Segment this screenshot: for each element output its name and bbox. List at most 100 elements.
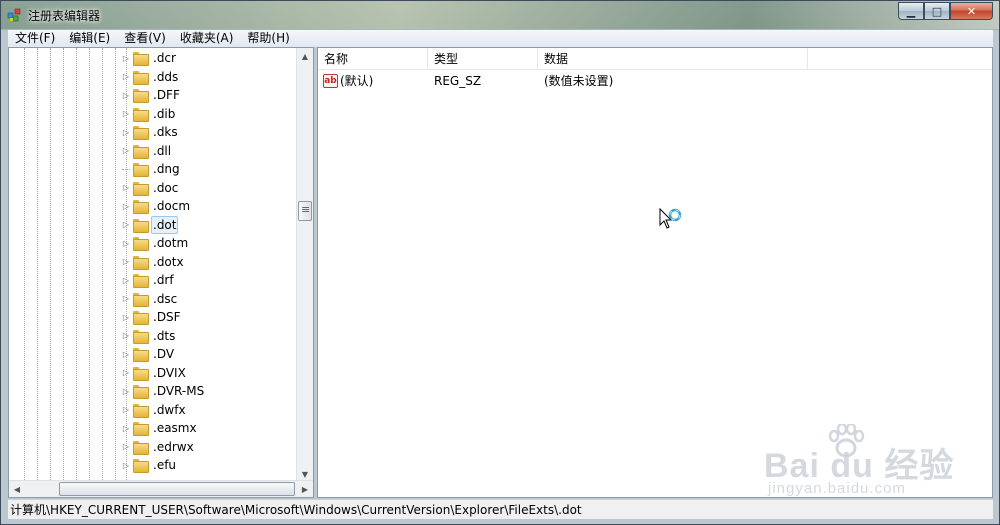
- tree-item[interactable]: ▷ .dsc: [121, 290, 206, 309]
- registry-tree-pane[interactable]: ▷ .dcr ▷ .dds ▷ .DFF ▷ .dib ▷ .dks ▷ .dll .dng ▷ .doc ▷…: [8, 47, 314, 498]
- expand-arrow-icon[interactable]: ▷: [121, 423, 131, 433]
- expand-arrow-icon[interactable]: ▷: [121, 294, 131, 304]
- folder-icon: [133, 440, 149, 455]
- tree-connector: [121, 164, 131, 174]
- registry-values-pane[interactable]: 名称 类型 数据 ab (默认) REG_SZ (数值未设置): [317, 47, 993, 498]
- scroll-up-arrow-icon[interactable]: ▲: [297, 48, 313, 64]
- tree-item[interactable]: ▷ .dts: [121, 327, 206, 346]
- menu-edit[interactable]: 编辑(E): [62, 30, 117, 47]
- minimize-button[interactable]: ▁: [898, 2, 924, 20]
- tree-item-label: .dng: [153, 162, 180, 177]
- expand-arrow-icon[interactable]: ▷: [121, 442, 131, 452]
- tree-item[interactable]: ▷ .dll: [121, 142, 206, 161]
- tree-item[interactable]: ▷ .dotx: [121, 253, 206, 272]
- scroll-right-arrow-icon[interactable]: ▶: [297, 481, 313, 497]
- folder-icon: [133, 200, 149, 215]
- folder-icon: [133, 89, 149, 104]
- expand-arrow-icon[interactable]: ▷: [121, 183, 131, 193]
- window-title: 注册表编辑器: [28, 9, 101, 23]
- tree-item[interactable]: ▷ .dwfx: [121, 401, 206, 420]
- tree-horizontal-scrollbar[interactable]: ◀ ▶: [9, 480, 313, 497]
- expand-arrow-icon[interactable]: ▷: [121, 72, 131, 82]
- tree-item-label: .dks: [153, 125, 178, 140]
- menu-favorites[interactable]: 收藏夹(A): [173, 30, 241, 47]
- expand-arrow-icon[interactable]: ▷: [121, 349, 131, 359]
- menu-view[interactable]: 查看(V): [117, 30, 173, 47]
- expand-arrow-icon[interactable]: ▷: [121, 109, 131, 119]
- folder-icon: [133, 274, 149, 289]
- tree-item[interactable]: ▷ .easmx: [121, 419, 206, 438]
- status-path: 计算机\HKEY_CURRENT_USER\Software\Microsoft…: [10, 503, 582, 517]
- expand-arrow-icon[interactable]: ▷: [121, 275, 131, 285]
- tree-vertical-scrollbar[interactable]: ▲ ▼: [296, 48, 313, 482]
- horizontal-scroll-thumb[interactable]: [59, 482, 295, 496]
- column-name[interactable]: 名称: [318, 48, 428, 70]
- folder-icon: [133, 126, 149, 141]
- expand-arrow-icon[interactable]: ▷: [121, 127, 131, 137]
- column-data[interactable]: 数据: [538, 48, 808, 70]
- maximize-icon: □: [931, 4, 943, 18]
- tree-guide-lines: [9, 48, 129, 482]
- tree-item[interactable]: ▷ .doc: [121, 179, 206, 198]
- tree-item-label: .dcr: [153, 51, 176, 66]
- folder-icon: [133, 422, 149, 437]
- value-type: REG_SZ: [434, 74, 482, 88]
- folder-icon: [133, 329, 149, 344]
- title-bar[interactable]: 注册表编辑器 ▁ □ ✕: [1, 1, 999, 29]
- expand-arrow-icon[interactable]: ▷: [121, 405, 131, 415]
- expand-arrow-icon[interactable]: ▷: [121, 238, 131, 248]
- tree-item-label: .dds: [153, 69, 179, 84]
- expand-arrow-icon[interactable]: ▷: [121, 331, 131, 341]
- tree-item[interactable]: .dng: [121, 160, 206, 179]
- value-row[interactable]: ab (默认) REG_SZ (数值未设置): [318, 72, 613, 90]
- folder-icon: [133, 385, 149, 400]
- folder-icon: [133, 292, 149, 307]
- expand-arrow-icon[interactable]: ▷: [121, 53, 131, 63]
- folder-icon: [133, 218, 149, 233]
- maximize-button[interactable]: □: [924, 2, 950, 20]
- tree-item-label: .DFF: [153, 88, 180, 103]
- menu-help[interactable]: 帮助(H): [240, 30, 296, 47]
- vertical-scroll-thumb[interactable]: [298, 201, 312, 221]
- tree-item[interactable]: ▷ .DVIX: [121, 364, 206, 383]
- close-button[interactable]: ✕: [950, 2, 993, 20]
- folder-icon: [133, 348, 149, 363]
- tree-item[interactable]: ▷ .dcr: [121, 49, 206, 68]
- tree-item[interactable]: ▷ .efu: [121, 456, 206, 475]
- tree-item[interactable]: ▷ .DVR-MS: [121, 382, 206, 401]
- tree-item[interactable]: ▷ .dks: [121, 123, 206, 142]
- scroll-left-arrow-icon[interactable]: ◀: [9, 481, 25, 497]
- expand-arrow-icon[interactable]: ▷: [121, 368, 131, 378]
- tree-item-label: .dwfx: [153, 402, 186, 417]
- tree-item[interactable]: ▷ .docm: [121, 197, 206, 216]
- expand-arrow-icon[interactable]: ▷: [121, 220, 131, 230]
- tree-item[interactable]: ▷ .edrwx: [121, 438, 206, 457]
- tree-item-label: .dot: [151, 215, 179, 234]
- expand-arrow-icon[interactable]: ▷: [121, 201, 131, 211]
- tree-item[interactable]: ▷ .dds: [121, 68, 206, 87]
- expand-arrow-icon[interactable]: ▷: [121, 146, 131, 156]
- tree-item[interactable]: ▷ .drf: [121, 271, 206, 290]
- expand-arrow-icon[interactable]: ▷: [121, 460, 131, 470]
- expand-arrow-icon[interactable]: ▷: [121, 312, 131, 322]
- busy-cursor-icon: [659, 207, 682, 229]
- tree-item[interactable]: ▷ .DFF: [121, 86, 206, 105]
- tree-item[interactable]: ▷ .DV: [121, 345, 206, 364]
- folder-icon: [133, 237, 149, 252]
- tree-item[interactable]: ▷ .DSF: [121, 308, 206, 327]
- menu-file[interactable]: 文件(F): [8, 30, 62, 47]
- column-type[interactable]: 类型: [428, 48, 538, 70]
- expand-arrow-icon[interactable]: ▷: [121, 90, 131, 100]
- tree-item-label: .doc: [153, 180, 179, 195]
- value-data: (数值未设置): [544, 74, 614, 88]
- value-name: (默认): [340, 74, 374, 88]
- tree-item[interactable]: ▷ .dib: [121, 105, 206, 124]
- expand-arrow-icon[interactable]: ▷: [121, 386, 131, 396]
- expand-arrow-icon[interactable]: ▷: [121, 257, 131, 267]
- tree-items: ▷ .dcr ▷ .dds ▷ .DFF ▷ .dib ▷ .dks ▷ .dll .dng ▷ .doc ▷…: [121, 49, 206, 475]
- tree-item[interactable]: ▷ .dot: [121, 215, 206, 235]
- tree-item[interactable]: ▷ .dotm: [121, 234, 206, 253]
- watermark-url: jingyan.baidu.com: [768, 480, 906, 497]
- caption-buttons: ▁ □ ✕: [898, 2, 993, 20]
- folder-icon: [133, 107, 149, 122]
